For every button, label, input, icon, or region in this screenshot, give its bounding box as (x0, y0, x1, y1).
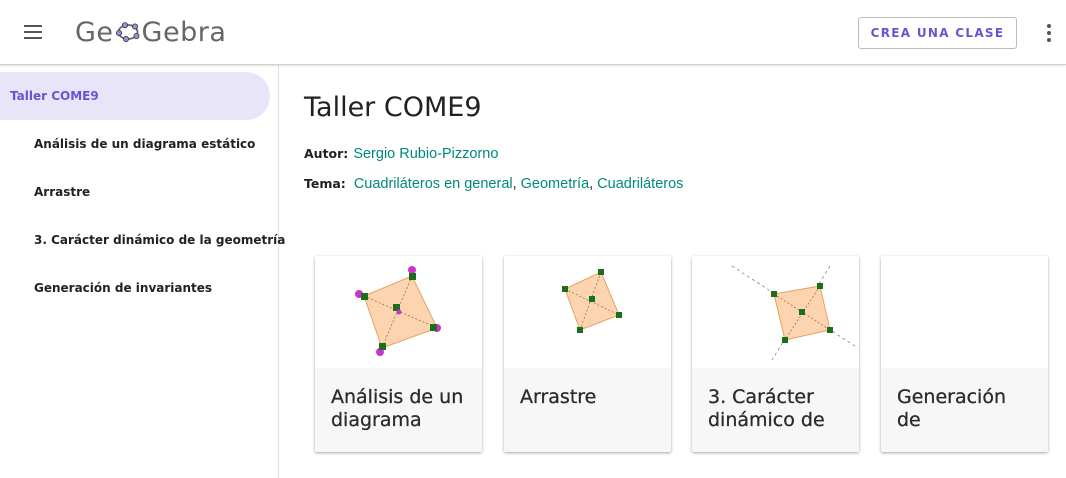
activity-card[interactable]: Arrastre (504, 256, 671, 452)
card-thumbnail (881, 256, 1048, 368)
sidebar-item-invariantes[interactable]: Generación de invariantes (0, 264, 212, 312)
card-thumbnail (504, 256, 671, 368)
sidebar-nav: Taller COME9 Análisis de un diagrama est… (0, 65, 285, 478)
topic-separator: , (589, 176, 594, 192)
card-body: 3. Carácter dinámico de la (692, 368, 859, 452)
more-options-icon[interactable] (1040, 22, 1058, 44)
activity-card[interactable]: Análisis de un diagrama (315, 256, 482, 452)
card-title: 3. Carácter dinámico de la (708, 386, 825, 432)
hamburger-menu-icon[interactable] (22, 22, 46, 42)
sidebar-item-analisis[interactable]: Análisis de un diagrama estático (0, 120, 255, 168)
card-thumbnail (315, 256, 482, 368)
card-body: Generación de invariantes (881, 368, 1048, 452)
logo-text-right: Gebra (141, 16, 227, 48)
author-link[interactable]: Sergio Rubio-Pizzorno (353, 146, 498, 162)
topic-link-cuadrilateros[interactable]: Cuadriláteros (597, 176, 683, 192)
quadrilateral-diagram-image (731, 265, 859, 361)
author-label: Autor: (304, 146, 349, 161)
topic-separator: , (512, 176, 517, 192)
logo-text-left: Ge (75, 16, 114, 48)
card-thumbnail (692, 256, 859, 368)
activity-card[interactable]: 3. Carácter dinámico de la (692, 256, 859, 452)
card-title: Generación de invariantes (897, 386, 1006, 432)
card-body: Arrastre (504, 368, 671, 452)
topic-label: Tema: (304, 176, 346, 191)
topic-link-geometria[interactable]: Geometría (521, 176, 590, 192)
geogebra-ellipse-icon (115, 22, 140, 42)
topic-link-cuadrilateros-general[interactable]: Cuadriláteros en general (354, 176, 513, 192)
sidebar-item-arrastre[interactable]: Arrastre (0, 168, 90, 216)
card-title: Arrastre (520, 386, 597, 408)
top-app-bar: Ge Gebra CREA UNA CLASE (0, 0, 1066, 65)
geogebra-logo[interactable]: Ge Gebra (75, 14, 226, 50)
quadrilateral-diagram-image (355, 266, 441, 356)
sidebar-item-caracter-dinamico[interactable]: 3. Carácter dinámico de la geometría (0, 216, 285, 264)
card-body: Análisis de un diagrama (315, 368, 482, 452)
activity-card[interactable]: Generación de invariantes (881, 256, 1048, 452)
sidebar-item-taller-come9[interactable]: Taller COME9 (0, 72, 270, 120)
quadrilateral-diagram-image (562, 269, 622, 333)
card-title: Análisis de un diagrama (331, 386, 464, 431)
author-row: Autor: Sergio Rubio-Pizzorno (304, 146, 498, 162)
topic-row: Tema: Cuadriláteros en general , Geometr… (304, 176, 683, 192)
create-class-button[interactable]: CREA UNA CLASE (858, 17, 1017, 49)
page-title: Taller COME9 (304, 92, 482, 123)
